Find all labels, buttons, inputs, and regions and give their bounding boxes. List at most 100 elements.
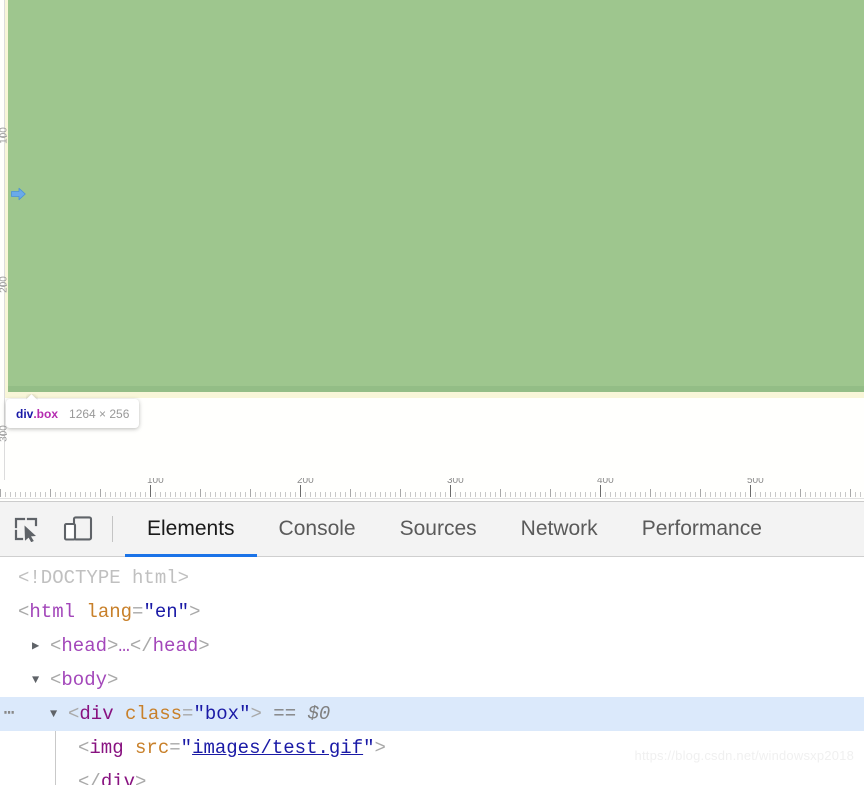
element-margin-bottom — [5, 392, 864, 398]
ruler-tick — [595, 492, 596, 497]
device-toolbar-button[interactable] — [52, 502, 104, 556]
img-tag-name: img — [89, 737, 124, 759]
ruler-tick — [505, 492, 506, 497]
div-tag-name: div — [79, 703, 114, 725]
tooltip-dimensions: 1264 × 256 — [69, 406, 130, 421]
ruler-tick — [680, 492, 681, 497]
ruler-tick — [675, 492, 676, 497]
img-attr-name: src — [135, 737, 170, 759]
ruler-tick — [585, 492, 586, 497]
dom-line-div-box[interactable]: ⋯ ▼ < div class = " box " > == $0 — [0, 697, 864, 731]
ruler-tick — [785, 492, 786, 497]
ruler-tick — [190, 492, 191, 497]
ruler-tick — [705, 492, 706, 497]
ruler-tick — [285, 492, 286, 497]
inspect-element-button[interactable] — [0, 502, 52, 556]
html-attr-value[interactable]: en — [155, 595, 178, 629]
highlighted-element-box[interactable] — [8, 0, 864, 392]
ruler-tick — [320, 492, 321, 497]
ruler-tick — [360, 492, 361, 497]
toolbar-divider — [112, 516, 113, 542]
ruler-tick — [175, 492, 176, 497]
ruler-tick — [640, 492, 641, 497]
tab-performance[interactable]: Performance — [620, 502, 784, 556]
ruler-tick — [550, 489, 551, 497]
ruler-tick — [60, 492, 61, 497]
ruler-tick — [805, 492, 806, 497]
ruler-tick — [340, 492, 341, 497]
ruler-tick — [25, 492, 26, 497]
tab-elements[interactable]: Elements — [125, 502, 257, 557]
ruler-tick — [160, 492, 161, 497]
dom-line-body[interactable]: ▼ < body > — [0, 663, 864, 697]
img-attr-quote-close: " — [363, 737, 375, 759]
dom-line-head[interactable]: ▶ < head >… </head > — [0, 629, 864, 663]
div-attr-eq: = — [182, 703, 194, 725]
ruler-tick — [795, 492, 796, 497]
img-src-link[interactable]: images/test.gif — [192, 731, 363, 765]
ruler-horizontal: 100 200 300 400 500 — [0, 478, 864, 501]
ruler-tick — [300, 485, 301, 497]
ruler-tick — [790, 492, 791, 497]
ruler-tick — [725, 492, 726, 497]
ruler-tick — [120, 492, 121, 497]
ruler-tick — [50, 489, 51, 497]
ruler-tick — [465, 492, 466, 497]
ruler-tick — [95, 492, 96, 497]
head-tag-name: head — [61, 635, 108, 657]
elements-dom-tree[interactable]: <!DOCTYPE html> < html lang = " en " > ▶ < head >… — [0, 557, 864, 785]
ruler-tick — [415, 492, 416, 497]
ruler-tick — [710, 492, 711, 497]
html-attr-quote-open: " — [143, 601, 155, 623]
ruler-tick — [610, 492, 611, 497]
dom-line-div-close[interactable]: </div > — [0, 765, 864, 785]
tab-network[interactable]: Network — [499, 502, 620, 556]
ruler-tick — [315, 492, 316, 497]
ruler-tick — [185, 492, 186, 497]
ruler-tick — [530, 492, 531, 497]
ruler-tick — [485, 492, 486, 497]
devtools-tab-bar: Elements Console Sources Network Perform… — [125, 502, 784, 557]
ruler-tick — [695, 492, 696, 497]
ruler-tick — [265, 492, 266, 497]
ruler-tick — [445, 492, 446, 497]
div-attr-value[interactable]: box — [205, 697, 239, 731]
ruler-tick — [355, 492, 356, 497]
div-gt: > — [250, 703, 262, 725]
ruler-tick — [815, 492, 816, 497]
ruler-tick — [405, 492, 406, 497]
tab-sources[interactable]: Sources — [378, 502, 499, 556]
head-close-open: </ — [129, 635, 153, 657]
ruler-tick — [515, 492, 516, 497]
head-twisty-collapsed[interactable]: ▶ — [32, 629, 50, 663]
ruler-tick — [420, 492, 421, 497]
ruler-tick — [525, 492, 526, 497]
ruler-tick — [65, 492, 66, 497]
head-collapsed-ellipsis[interactable]: … — [118, 629, 129, 663]
ruler-tick — [715, 492, 716, 497]
ruler-tick — [140, 492, 141, 497]
dom-line-img[interactable]: < img src = " images/test.gif " > — [0, 731, 864, 765]
body-twisty-expanded[interactable]: ▼ — [32, 663, 50, 697]
ruler-tick — [590, 492, 591, 497]
body-tag-name: body — [61, 669, 108, 691]
ruler-tick — [335, 492, 336, 497]
div-twisty-expanded[interactable]: ▼ — [50, 697, 68, 731]
div-close-tag-name: div — [100, 771, 136, 785]
dom-line-html[interactable]: < html lang = " en " > — [0, 595, 864, 629]
ruler-tick — [655, 492, 656, 497]
device-toolbar-icon — [63, 516, 93, 542]
ruler-tick — [370, 492, 371, 497]
dom-row-more-dots[interactable]: ⋯ — [0, 697, 18, 731]
dom-line-doctype[interactable]: <!DOCTYPE html> — [0, 561, 864, 595]
html-attr-eq: = — [132, 601, 144, 623]
ruler-tick — [770, 492, 771, 497]
ruler-horizontal-label: 200 — [297, 478, 314, 486]
ruler-tick — [250, 489, 251, 497]
ruler-tick — [660, 492, 661, 497]
ruler-tick — [620, 492, 621, 497]
ruler-tick — [540, 492, 541, 497]
tree-indent-guide — [55, 765, 56, 785]
ruler-tick — [255, 492, 256, 497]
tab-console[interactable]: Console — [257, 502, 378, 556]
